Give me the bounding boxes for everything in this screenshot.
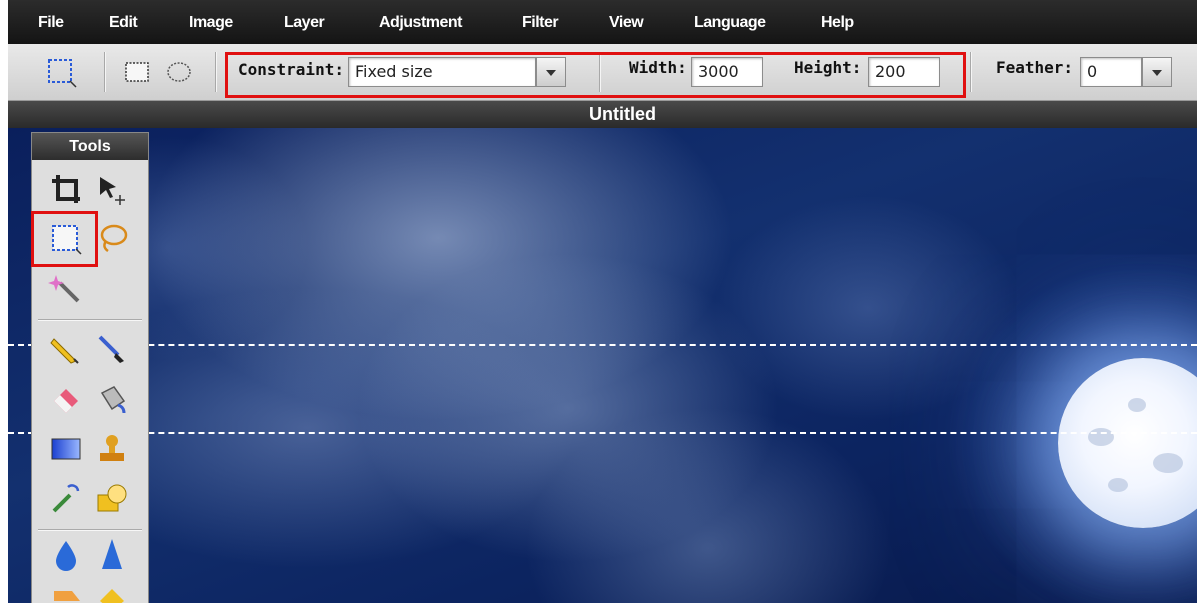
constraint-select[interactable]: Fixed size	[348, 57, 536, 87]
menu-help[interactable]: Help	[821, 14, 854, 32]
tools-panel-title: Tools	[32, 133, 148, 160]
app-window: File Edit Image Layer Adjustment Filter …	[8, 0, 1197, 603]
menu-view[interactable]: View	[609, 14, 644, 32]
feather-input[interactable]: 0	[1080, 57, 1142, 87]
feather-dropdown-button[interactable]	[1142, 57, 1172, 87]
color-replace-icon[interactable]	[46, 479, 86, 519]
menu-filter[interactable]: Filter	[522, 14, 559, 32]
moon-image	[1058, 358, 1197, 528]
constraint-label: Constraint:	[238, 60, 344, 79]
constraint-dropdown-button[interactable]	[536, 57, 566, 87]
gradient-icon[interactable]	[46, 429, 86, 469]
menu-file[interactable]: File	[38, 14, 64, 32]
shape-icon[interactable]	[92, 479, 132, 519]
brush-icon[interactable]	[92, 329, 132, 369]
rect-selection-mode-icon[interactable]	[117, 52, 157, 92]
lasso-icon[interactable]	[92, 219, 132, 259]
document-title: Untitled	[589, 104, 656, 124]
paint-bucket-icon[interactable]	[92, 379, 132, 419]
sharpen-icon[interactable]	[92, 535, 132, 575]
magic-wand-icon[interactable]	[46, 269, 86, 309]
selection-bottom-edge	[8, 432, 1197, 434]
sponge-icon[interactable]	[92, 579, 132, 603]
height-input[interactable]: 200	[868, 57, 940, 87]
menu-language[interactable]: Language	[694, 14, 766, 32]
pencil-icon[interactable]	[46, 329, 86, 369]
crop-icon[interactable]	[46, 169, 86, 209]
rect-marquee-icon[interactable]	[46, 219, 86, 259]
eraser-icon[interactable]	[46, 379, 86, 419]
document-title-bar: Untitled	[8, 101, 1197, 128]
blur-icon[interactable]	[46, 535, 86, 575]
menu-edit[interactable]: Edit	[109, 14, 138, 32]
width-input[interactable]: 3000	[691, 57, 763, 87]
menu-layer[interactable]: Layer	[284, 14, 325, 32]
selection-top-edge	[8, 344, 1197, 346]
image-canvas[interactable]	[8, 128, 1197, 603]
move-icon[interactable]	[92, 169, 132, 209]
ellipse-selection-mode-icon[interactable]	[159, 52, 199, 92]
width-label: Width:	[629, 58, 687, 77]
tool-options-bar: Constraint: Fixed size Width: 3000 Heigh…	[8, 44, 1197, 101]
menu-adjustment[interactable]: Adjustment	[379, 14, 463, 32]
tools-panel: Tools	[31, 132, 149, 603]
menu-bar: File Edit Image Layer Adjustment Filter …	[8, 0, 1197, 44]
clone-stamp-icon[interactable]	[92, 429, 132, 469]
height-label: Height:	[794, 58, 862, 77]
dodge-icon[interactable]	[46, 579, 86, 603]
menu-image[interactable]: Image	[189, 14, 233, 32]
current-tool-marquee-icon	[42, 52, 82, 92]
feather-label: Feather:	[996, 58, 1074, 77]
